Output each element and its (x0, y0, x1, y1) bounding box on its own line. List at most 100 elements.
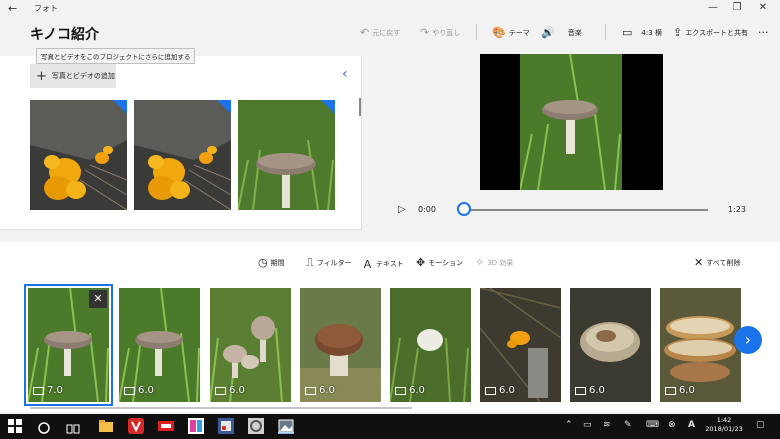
storyboard-clip[interactable]: 6.0 (570, 288, 651, 402)
filter-button[interactable]: ⎍ フィルター (306, 256, 352, 270)
clip-duration-value: 6.0 (499, 385, 515, 396)
motion-icon: ✥ (416, 256, 426, 269)
storyboard-clip[interactable]: 6.0 (119, 288, 200, 402)
motion-button[interactable]: ✥ モーション (416, 256, 463, 269)
app-icon-paint[interactable] (218, 418, 234, 434)
battery-icon[interactable]: ▭ (583, 420, 592, 430)
library-scrollbar[interactable] (359, 98, 361, 116)
more-options-button[interactable]: ··· (758, 26, 769, 39)
redo-button[interactable]: ↷ やり直し (420, 26, 460, 39)
minimize-button[interactable]: — (706, 2, 720, 13)
text-label: テキスト (376, 260, 404, 268)
library-thumbnail[interactable] (30, 100, 127, 210)
palette-icon: 🎨 (492, 26, 506, 39)
storyboard-clip[interactable]: 6.0 (660, 288, 741, 402)
orange-fungus-photo (134, 100, 231, 210)
text-icon: Ａ (362, 258, 373, 271)
sparkle-icon: ✧ (475, 256, 485, 269)
image-icon (33, 386, 44, 395)
share-icon: ⇪ (673, 26, 683, 39)
remove-all-button[interactable]: ✕ すべて削除 (694, 256, 740, 269)
library-thumbnail[interactable] (238, 100, 335, 210)
duration-button[interactable]: ◷ 期間 (258, 256, 285, 269)
storyboard-clip[interactable]: ✕ 7.0 (24, 284, 113, 406)
storyboard-clip[interactable]: 6.0 (390, 288, 471, 402)
music-button[interactable]: 🔊 音楽 (541, 26, 582, 39)
maximize-button[interactable]: ❐ (730, 2, 744, 13)
clip-duration: 6.0 (485, 385, 515, 396)
speaker-icon: 🔊 (541, 26, 555, 39)
clip-duration: 6.0 (215, 385, 245, 396)
ime-icon[interactable]: A (688, 420, 695, 430)
project-title[interactable]: キノコ紹介 (30, 24, 99, 44)
wifi-icon[interactable]: ≋ (603, 420, 611, 430)
selected-corner-marker (217, 100, 231, 114)
settings-gear-icon[interactable]: ⊗ (668, 420, 676, 430)
storyboard-clip[interactable]: 6.0 (480, 288, 561, 402)
storyboard-clip[interactable]: 6.0 (210, 288, 291, 402)
mushroom-photo (520, 54, 622, 190)
clip-duration-value: 7.0 (47, 385, 63, 396)
music-label: 音楽 (567, 28, 582, 37)
back-arrow-icon[interactable]: ← (8, 2, 17, 15)
image-icon (485, 386, 496, 395)
image-icon (124, 386, 135, 395)
app-icon-red[interactable] (158, 418, 174, 434)
system-clock[interactable]: 1:42 2018/01/23 (704, 416, 744, 434)
export-share-button[interactable]: ⇪ エクスポートと共有 (673, 26, 748, 39)
app-icon-gray[interactable] (248, 418, 264, 434)
image-icon (215, 386, 226, 395)
gray-app-icon (248, 418, 264, 434)
action-center-icon[interactable]: ▢ (756, 420, 765, 430)
undo-button[interactable]: ↶ 元に戻す (360, 26, 400, 39)
clip-duration: 6.0 (395, 385, 425, 396)
paint-app-icon (218, 418, 234, 434)
video-preview[interactable] (480, 54, 663, 190)
image-icon (575, 386, 586, 395)
aspect-ratio-icon: ▭ (622, 26, 633, 39)
windows-start-icon[interactable] (8, 418, 24, 434)
photos-icon (278, 419, 294, 433)
red-app-icon (158, 421, 174, 431)
theme-button[interactable]: 🎨 テーマ (492, 26, 530, 39)
file-explorer-icon[interactable] (98, 418, 114, 434)
preview-frame (520, 54, 622, 190)
selected-corner-marker (321, 100, 335, 114)
3d-effects-button[interactable]: ✧ 3D 効果 (475, 256, 513, 269)
filter-label: フィルター (316, 259, 352, 267)
plus-icon: + (36, 68, 47, 84)
vivaldi-browser-icon[interactable] (128, 418, 144, 434)
total-time: 1:23 (728, 205, 746, 214)
photos-app-icon[interactable] (278, 418, 294, 434)
clip-duration: 6.0 (305, 385, 335, 396)
task-view-icon[interactable] (66, 420, 82, 436)
close-window-button[interactable]: ✕ (756, 2, 770, 13)
text-button[interactable]: Ａ テキスト (362, 256, 404, 272)
keyboard-icon[interactable]: ⌨ (646, 420, 659, 430)
seek-handle[interactable] (457, 202, 471, 216)
chevron-up-icon[interactable]: ⌃ (565, 420, 573, 430)
app-icon-color[interactable] (188, 418, 204, 434)
storyboard-scrollbar[interactable] (30, 407, 412, 409)
undo-label: 元に戻す (372, 28, 401, 37)
scroll-right-arrow-icon[interactable]: › (734, 326, 762, 354)
add-photos-videos-button[interactable]: + 写真とビデオの追加 (30, 64, 116, 88)
aspect-ratio-button[interactable]: ▭ 4:3 横 (622, 26, 662, 39)
duration-label: 期間 (270, 258, 285, 267)
pen-icon[interactable]: ✎ (624, 420, 632, 430)
remove-clip-button[interactable]: ✕ (89, 290, 107, 308)
motion-label: モーション (428, 258, 464, 267)
cortana-search-icon[interactable] (38, 419, 54, 435)
collapse-library-chevron-icon[interactable]: ‹ (342, 66, 348, 82)
seek-bar[interactable] (462, 209, 708, 211)
selected-corner-marker (113, 100, 127, 114)
storyboard-clip[interactable]: 6.0 (300, 288, 381, 402)
library-thumbnail[interactable] (134, 100, 231, 210)
orange-fungus-photo (30, 100, 127, 210)
image-icon (665, 386, 676, 395)
windows-logo (8, 419, 22, 433)
image-icon (395, 386, 406, 395)
play-button[interactable]: ▷ (398, 204, 406, 215)
current-time: 0:00 (418, 205, 436, 214)
theme-label: テーマ (508, 28, 530, 37)
